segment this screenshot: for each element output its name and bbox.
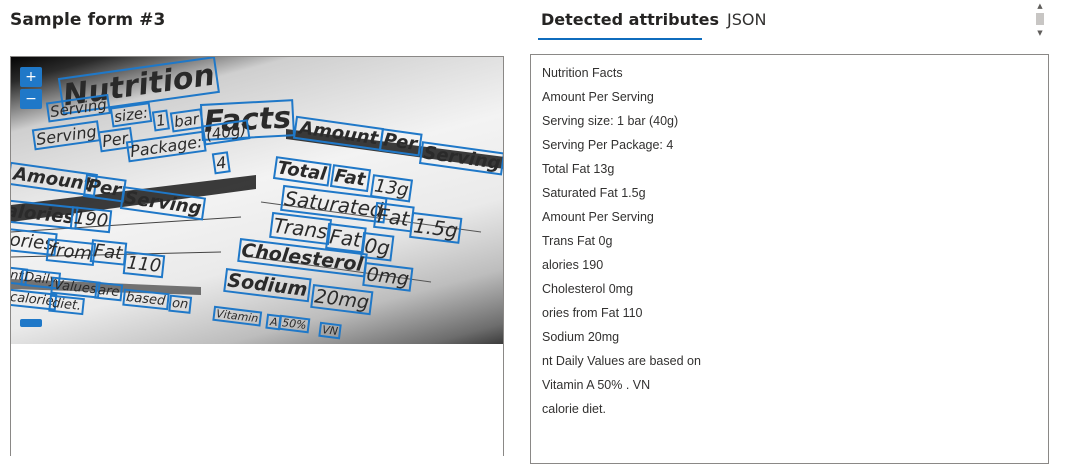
attribute-line: alories 190 — [542, 258, 604, 272]
detected-word[interactable]: 0mg — [362, 261, 414, 292]
attribute-line: Total Fat 13g — [542, 162, 615, 176]
detected-word[interactable]: Per — [378, 128, 423, 157]
detected-word[interactable]: Fat — [325, 222, 367, 254]
detected-word[interactable]: Sodium — [223, 267, 312, 303]
detected-word[interactable]: Values — [50, 276, 101, 299]
detected-word[interactable]: Package: — [125, 130, 207, 163]
scroll-up-icon[interactable]: ▲ — [1034, 1, 1046, 11]
detected-word-text: 20mg — [313, 285, 370, 314]
attribute-line: Sodium 20mg — [542, 330, 620, 344]
attribute-line: calorie diet. — [542, 402, 606, 416]
detected-word[interactable]: Fat — [329, 164, 372, 193]
zoom-in-button[interactable]: + — [20, 67, 42, 87]
detected-word[interactable]: Trans — [269, 211, 333, 246]
detected-word[interactable]: Total — [272, 156, 332, 187]
detected-word[interactable]: bar — [169, 108, 204, 133]
detected-word[interactable]: 1 — [151, 109, 170, 132]
attribute-line: Serving size: 1 bar (40g) — [542, 114, 679, 128]
attribute-line: ories from Fat 110 — [542, 306, 643, 320]
detected-word[interactable]: are — [94, 281, 124, 302]
attribute-line: Serving Per Package: 4 — [542, 138, 674, 152]
detected-word[interactable]: on — [168, 294, 193, 314]
detected-word-text: 1 — [155, 111, 167, 130]
detected-word[interactable]: Fat — [373, 201, 415, 233]
detected-word[interactable]: 110 — [122, 251, 166, 279]
tab-json[interactable]: JSON — [727, 10, 766, 29]
detected-word-text: on — [171, 296, 189, 313]
attribute-line: Vitamin A 50% . VN — [542, 378, 651, 392]
detected-word[interactable]: from — [45, 238, 97, 267]
detected-word[interactable]: Amount — [292, 115, 384, 151]
detected-attributes-panel: Nutrition Facts Amount Per Serving Servi… — [530, 54, 1049, 464]
active-tab-indicator — [538, 38, 702, 40]
detected-word[interactable]: Serving — [31, 120, 101, 151]
attribute-line: nt Daily Values are based on — [542, 354, 701, 368]
detected-word[interactable]: VN — [318, 321, 342, 340]
document-viewer[interactable]: Nutrition Facts Serving size: 1 bar (40g) Servi… — [10, 56, 504, 456]
detected-word[interactable]: A — [265, 313, 282, 331]
detected-word[interactable]: Fat — [89, 239, 128, 266]
attribute-line: Saturated Fat 1.5g — [542, 186, 646, 200]
tab-detected-attributes[interactable]: Detected attributes — [541, 10, 719, 29]
scroll-down-icon[interactable]: ▼ — [1034, 28, 1046, 38]
attribute-line: Amount Per Serving — [542, 210, 654, 224]
tabs-scrollbar[interactable]: ▲ ▼ — [1034, 0, 1046, 42]
detected-word[interactable]: 4 — [211, 151, 231, 175]
detected-word-text: Fat — [93, 240, 124, 264]
detected-word-text: A — [268, 315, 278, 329]
scroll-thumb[interactable] — [1036, 13, 1044, 25]
detected-word[interactable]: Serving — [45, 93, 111, 123]
attribute-line: Amount Per Serving — [542, 90, 654, 104]
detected-word[interactable]: size: — [109, 102, 153, 128]
zoom-out-button[interactable]: − — [20, 89, 42, 109]
zoom-slider-handle[interactable] — [20, 319, 42, 327]
detected-word[interactable]: Vitamin — [212, 305, 263, 327]
attribute-line: Trans Fat 0g — [542, 234, 613, 248]
detected-word[interactable]: 50% — [278, 314, 311, 334]
attribute-line: Cholesterol 0mg — [542, 282, 634, 296]
detected-word[interactable]: diet. — [48, 294, 85, 316]
detected-word[interactable]: Serving — [418, 141, 504, 176]
nutrition-label-image: Nutrition Facts Serving size: 1 bar (40g) Servi… — [11, 57, 504, 344]
detected-word[interactable]: 20mg — [310, 283, 374, 316]
detected-word[interactable]: 1.5g — [409, 211, 463, 244]
attribute-line: Nutrition Facts — [542, 66, 623, 80]
detected-word[interactable]: 190 — [69, 206, 113, 234]
form-title: Sample form #3 — [10, 10, 166, 30]
detected-word[interactable]: Per — [82, 174, 127, 203]
detected-word[interactable]: based — [122, 288, 170, 311]
detected-word-text: 4 — [215, 153, 228, 173]
